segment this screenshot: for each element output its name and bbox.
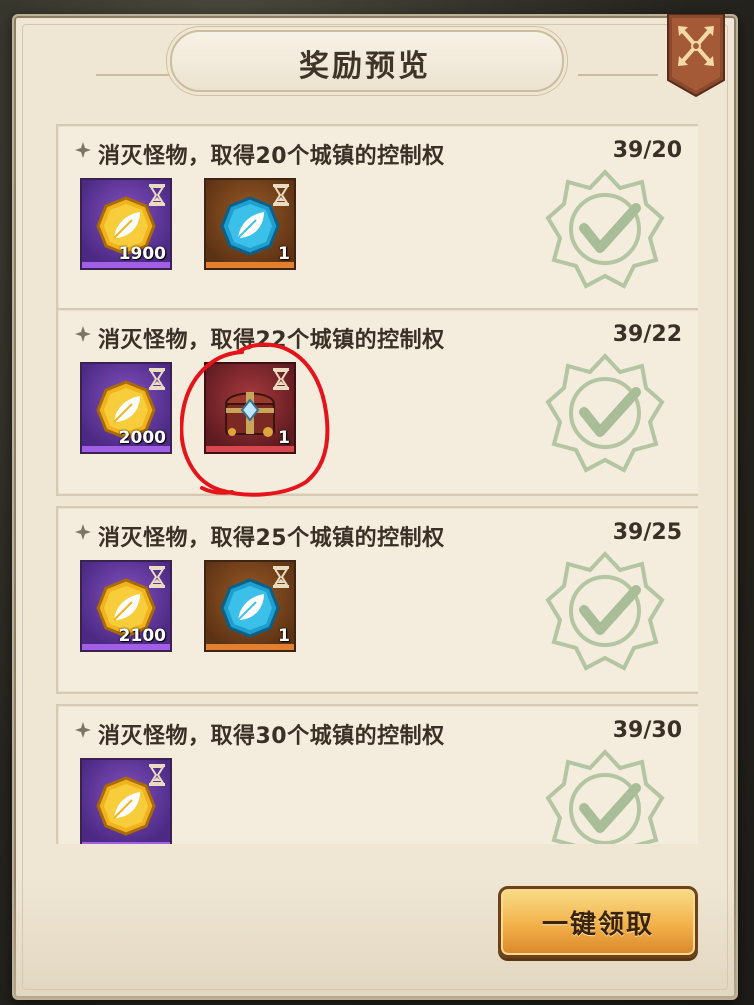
task-title: 消灭怪物，取得25个城镇的控制权 — [98, 526, 445, 551]
title-wing-left — [96, 74, 176, 76]
reward-item[interactable]: 1 — [204, 178, 296, 270]
reward-item[interactable]: 1900 — [80, 178, 172, 270]
reward-item[interactable] — [80, 758, 172, 844]
completed-check-stamp-icon — [545, 749, 665, 844]
task-title: 消灭怪物，取得22个城镇的控制权 — [98, 328, 445, 353]
hourglass-icon — [273, 368, 289, 390]
reward-quantity: 1 — [278, 428, 290, 448]
close-button[interactable] — [666, 14, 726, 98]
task-progress: 39/25 — [612, 520, 682, 545]
task-card: 消灭怪物，取得30个城镇的控制权 39/30 — [56, 704, 698, 844]
completed-check-stamp-icon — [545, 169, 665, 289]
task-card: 消灭怪物，取得22个城镇的控制权 39/22 2000 1 — [56, 308, 698, 496]
reward-quantity: 2100 — [118, 626, 166, 646]
sparkle-icon — [75, 326, 91, 342]
claim-all-button[interactable]: 一键领取 — [498, 886, 698, 958]
hourglass-icon — [149, 566, 165, 588]
task-title: 消灭怪物，取得30个城镇的控制权 — [98, 724, 445, 749]
task-title: 消灭怪物，取得20个城镇的控制权 — [98, 144, 445, 169]
reward-item[interactable]: 1 — [204, 362, 296, 454]
sparkle-icon — [75, 142, 91, 158]
close-icon — [667, 14, 725, 98]
reward-quantity: 1 — [278, 626, 290, 646]
task-card: 消灭怪物，取得20个城镇的控制权 39/20 1900 1 — [56, 124, 698, 312]
claim-all-label: 一键领取 — [541, 909, 654, 940]
reward-quantity: 2000 — [118, 428, 166, 448]
reward-item[interactable]: 2100 — [80, 560, 172, 652]
sparkle-icon — [75, 722, 91, 738]
hourglass-icon — [149, 764, 165, 786]
task-progress: 39/20 — [612, 138, 682, 163]
task-list[interactable]: 消灭怪物，取得20个城镇的控制权 39/20 1900 1 消灭怪物，取得22个… — [56, 124, 698, 844]
hourglass-icon — [273, 566, 289, 588]
reward-item[interactable]: 1 — [204, 560, 296, 652]
hourglass-icon — [149, 368, 165, 390]
hourglass-icon — [149, 184, 165, 206]
page-title: 奖励预览 — [299, 49, 431, 84]
completed-check-stamp-icon — [545, 551, 665, 671]
task-progress: 39/30 — [612, 718, 682, 743]
task-progress: 39/22 — [612, 322, 682, 347]
title-banner: 奖励预览 — [170, 30, 564, 92]
hourglass-icon — [273, 184, 289, 206]
reward-quantity: 1900 — [118, 244, 166, 264]
completed-check-stamp-icon — [545, 353, 665, 473]
title-wing-right — [578, 74, 658, 76]
reward-item[interactable]: 2000 — [80, 362, 172, 454]
sparkle-icon — [75, 524, 91, 540]
reward-quantity: 1 — [278, 244, 290, 264]
task-card: 消灭怪物，取得25个城镇的控制权 39/25 2100 1 — [56, 506, 698, 694]
